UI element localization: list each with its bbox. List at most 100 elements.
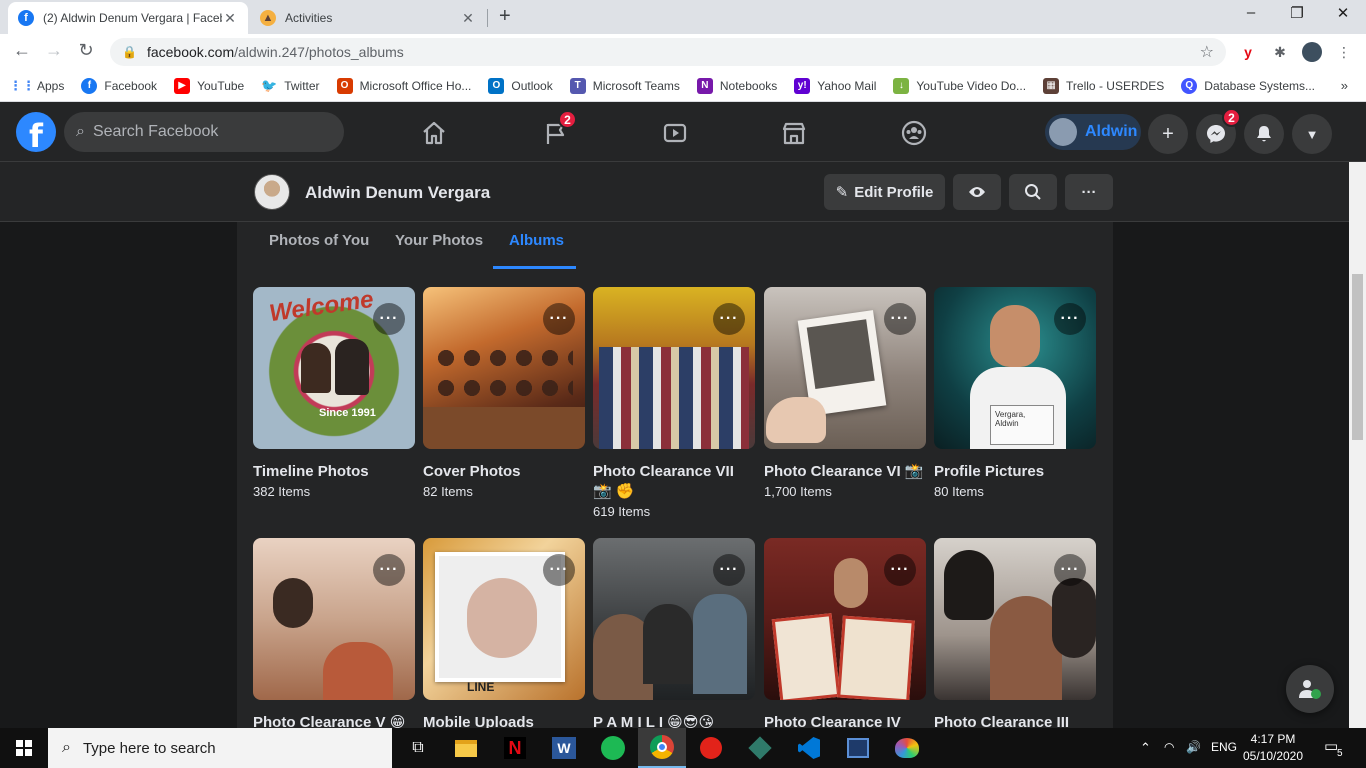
bookmark-yahoo[interactable]: y! Yahoo Mail [794, 77, 876, 94]
bookmark-twitter[interactable]: 🐦 Twitter [261, 78, 319, 94]
app-window-icon[interactable] [834, 728, 882, 768]
search-profile-icon[interactable] [1009, 174, 1057, 210]
album-more-icon[interactable]: ··· [713, 554, 745, 586]
yandex-extension-icon[interactable]: y [1238, 42, 1258, 62]
album-more-icon[interactable]: ··· [543, 554, 575, 586]
watch-video-icon[interactable] [657, 116, 693, 150]
garena-icon[interactable] [687, 728, 735, 768]
volume-icon[interactable]: 🔊 [1186, 740, 1201, 754]
album-more-icon[interactable]: ··· [373, 303, 405, 335]
forward-icon[interactable]: → [42, 40, 66, 61]
notifications-bell-icon[interactable] [1244, 114, 1284, 154]
show-hidden-icons-caret[interactable]: ⌃ [1140, 740, 1151, 756]
album-cover[interactable]: ··· [593, 538, 755, 700]
album-card[interactable]: LINE ··· Mobile Uploads [423, 538, 585, 733]
new-chat-contacts-icon[interactable] [1286, 665, 1334, 713]
facebook-logo-icon[interactable]: f [16, 112, 56, 152]
avatar[interactable] [254, 174, 290, 210]
album-card[interactable]: ··· Photo Clearance VII 📸 ✊ 619 Items [593, 287, 755, 521]
album-title[interactable]: Photo Clearance VII 📸 ✊ [593, 462, 755, 502]
bookmark-database-systems[interactable]: Q Database Systems... [1181, 77, 1315, 94]
album-cover[interactable]: ··· [764, 538, 926, 700]
vscode-icon[interactable] [785, 728, 833, 768]
close-window-icon[interactable]: ✕ [1320, 4, 1366, 22]
album-more-icon[interactable]: ··· [884, 303, 916, 335]
chrome-icon[interactable] [638, 728, 686, 768]
bookmark-facebook[interactable]: f Facebook [81, 77, 157, 94]
album-title[interactable]: Photo Clearance VI 📸 [764, 462, 926, 482]
album-card[interactable]: ··· Cover Photos 82 Items [423, 287, 585, 501]
edit-profile-button[interactable]: ✎ Edit Profile [824, 174, 945, 210]
system-clock[interactable]: 4:17 PM 05/10/2020 [1240, 731, 1306, 765]
album-more-icon[interactable]: ··· [884, 554, 916, 586]
account-menu-caret-icon[interactable]: ▼ [1292, 114, 1332, 154]
album-more-icon[interactable]: ··· [373, 554, 405, 586]
task-view-icon[interactable]: ⧉ [394, 728, 442, 768]
album-card[interactable]: ··· Photo Clearance III [934, 538, 1096, 733]
groups-icon[interactable] [896, 116, 932, 150]
bookmark-youtube-downloader[interactable]: ↓ YouTube Video Do... [893, 77, 1026, 94]
tab-facebook[interactable]: f (2) Aldwin Denum Vergara | Facebook ✕ [8, 2, 248, 34]
pages-flag-icon[interactable]: 2 [538, 110, 577, 150]
album-cover[interactable]: ··· [764, 287, 926, 449]
bookmark-office[interactable]: O Microsoft Office Ho... [336, 77, 471, 94]
album-title[interactable]: Timeline Photos [253, 462, 415, 482]
create-plus-icon[interactable]: + [1148, 114, 1188, 154]
app-icon[interactable] [736, 728, 784, 768]
close-tab-icon[interactable]: ✕ [460, 10, 476, 27]
reload-icon[interactable]: ↻ [74, 40, 98, 61]
bookmark-star-icon[interactable]: ☆ [1200, 42, 1214, 62]
paint-icon[interactable] [883, 728, 931, 768]
back-icon[interactable]: ← [10, 40, 34, 61]
minimize-icon[interactable]: – [1228, 4, 1274, 21]
album-card[interactable]: Vergara, Aldwin ··· Profile Pictures 80 … [934, 287, 1096, 501]
album-card[interactable]: Welcome Since 1991 ··· Timeline Photos 3… [253, 287, 415, 501]
scrollbar-thumb[interactable] [1352, 274, 1363, 440]
bookmark-teams[interactable]: T Microsoft Teams [569, 77, 680, 94]
bookmark-trello[interactable]: ▦ Trello - USERDES [1043, 77, 1164, 94]
more-options-icon[interactable]: ··· [1065, 174, 1113, 210]
taskbar-search-input[interactable]: ⌕ Type here to search [48, 728, 392, 768]
view-as-eye-icon[interactable] [953, 174, 1001, 210]
profile-name[interactable]: Aldwin Denum Vergara [305, 183, 490, 203]
facebook-search-input[interactable]: ⌕ Search Facebook [64, 112, 344, 152]
album-title[interactable]: Cover Photos [423, 462, 585, 482]
new-tab-icon[interactable]: + [499, 5, 511, 28]
more-bookmarks-icon[interactable]: » [1341, 78, 1348, 93]
chrome-menu-icon[interactable]: ⋮ [1334, 42, 1354, 62]
album-title[interactable]: Profile Pictures [934, 462, 1096, 482]
album-more-icon[interactable]: ··· [1054, 303, 1086, 335]
album-card[interactable]: ··· Photo Clearance V 😁 [253, 538, 415, 733]
album-cover[interactable]: Vergara, Aldwin ··· [934, 287, 1096, 449]
word-icon[interactable]: W [540, 728, 588, 768]
windows-start-icon[interactable] [0, 728, 48, 768]
extensions-puzzle-icon[interactable]: ✱ [1270, 42, 1290, 62]
album-more-icon[interactable]: ··· [543, 303, 575, 335]
chrome-profile-avatar[interactable] [1302, 42, 1322, 62]
address-bar[interactable]: 🔒 facebook.com/aldwin.247/photos_albums … [110, 38, 1226, 66]
album-card[interactable]: ··· Photo Clearance IV [764, 538, 926, 733]
restore-icon[interactable]: ❐ [1274, 4, 1320, 22]
bookmark-outlook[interactable]: O Outlook [488, 77, 553, 94]
bookmark-notebooks[interactable]: N Notebooks [696, 77, 777, 94]
netflix-icon[interactable]: N [491, 728, 539, 768]
home-icon[interactable] [416, 116, 452, 150]
language-indicator[interactable]: ENG [1211, 740, 1237, 754]
album-card[interactable]: ··· Photo Clearance VI 📸 1,700 Items [764, 287, 926, 501]
messenger-icon[interactable]: 2 [1196, 108, 1241, 154]
subtab-your-photos[interactable]: Your Photos [395, 232, 483, 249]
bookmark-youtube[interactable]: ▶ YouTube [174, 77, 244, 94]
album-cover[interactable]: Welcome Since 1991 ··· [253, 287, 415, 449]
album-card[interactable]: ··· P A M I L I 😁😎😘 [593, 538, 755, 733]
album-cover[interactable]: ··· [934, 538, 1096, 700]
album-cover[interactable]: ··· [593, 287, 755, 449]
marketplace-icon[interactable] [776, 116, 812, 150]
spotify-icon[interactable] [589, 728, 637, 768]
close-tab-icon[interactable]: ✕ [222, 10, 238, 27]
album-more-icon[interactable]: ··· [713, 303, 745, 335]
album-more-icon[interactable]: ··· [1054, 554, 1086, 586]
page-scrollbar[interactable] [1349, 162, 1366, 728]
bookmark-apps[interactable]: ⋮⋮ Apps [9, 78, 64, 94]
tab-activities[interactable]: ▲ Activities ✕ [250, 2, 486, 34]
album-cover[interactable]: ··· [423, 287, 585, 449]
